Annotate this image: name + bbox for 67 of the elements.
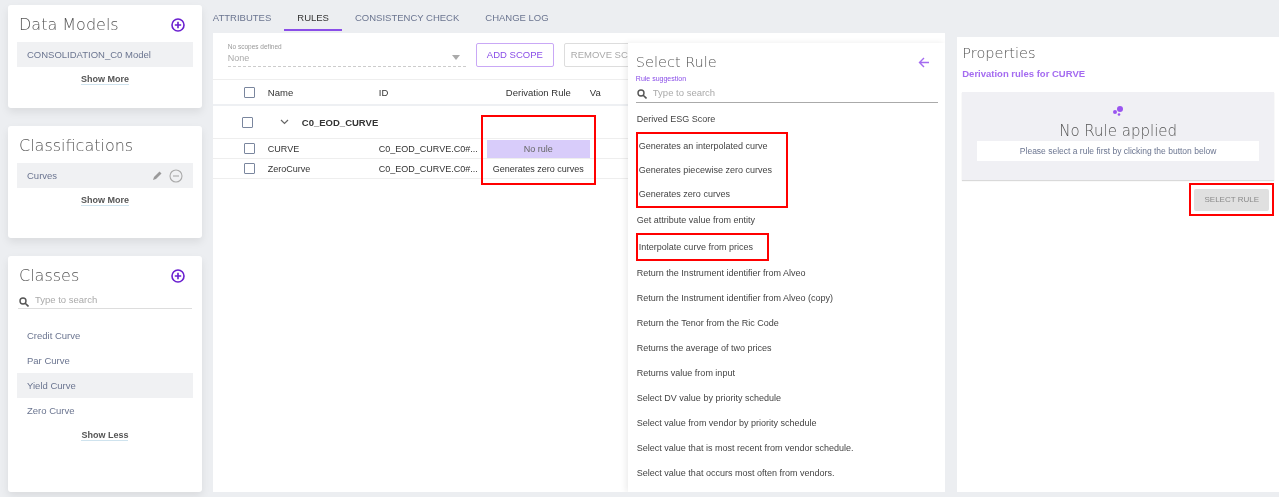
list-item[interactable]: Yield Curve (17, 373, 193, 398)
search-icon (636, 89, 647, 99)
caret-icon (451, 55, 460, 60)
list-item[interactable]: Credit Curve (17, 323, 193, 348)
table-cell[interactable]: No rule (486, 139, 590, 158)
list-item[interactable]: Returns value from input (635, 361, 938, 386)
add-button[interactable] (170, 17, 185, 32)
tab[interactable]: CHANGE LOG (472, 12, 562, 29)
list-item[interactable]: Curves (17, 163, 193, 188)
list-item[interactable]: Generates zero curves (637, 182, 772, 206)
column-header: Derivation Rule (504, 86, 572, 98)
tab[interactable]: ATTRIBUTES (212, 12, 285, 29)
back-arrow-icon[interactable] (917, 56, 930, 68)
group-name: C0_EOD_CURVE (301, 116, 379, 128)
dots-icon (1112, 105, 1125, 116)
checkbox[interactable] (243, 86, 255, 98)
add-icon (170, 268, 185, 283)
table-cell-text: C0_EOD_CURVE.C0#... (378, 163, 479, 174)
empty-state-message: Please select a rule first by clicking the button below (977, 141, 1260, 161)
list-item[interactable]: Zero Curve (17, 398, 193, 423)
item-label: Curves (27, 170, 58, 181)
table-cell[interactable]: Generates zero curves (486, 159, 590, 178)
toggle-link[interactable]: Show More (80, 195, 129, 206)
list-item[interactable]: Return the Tenor from the Ric Code (635, 311, 938, 336)
pencil-icon (150, 169, 163, 182)
list-item[interactable]: CONSOLIDATION_C0 Model (17, 42, 193, 67)
list-item[interactable]: Get attribute value from entity (635, 208, 938, 233)
toggle-link[interactable]: Show Less (81, 430, 129, 441)
list-item[interactable]: Select value that occurs most often from vendors. (635, 461, 938, 486)
table-cell-text: ZeroCurve (267, 163, 312, 174)
remove-icon (168, 168, 183, 183)
table-cell-text: CURVE (267, 143, 301, 154)
list-item[interactable]: Select value from vendor by priority schedule (635, 411, 938, 436)
tab[interactable]: RULES (284, 12, 342, 31)
checkbox[interactable] (243, 143, 255, 154)
panel-title: Select Rule (635, 54, 717, 70)
list-item[interactable]: Derived ESG Score (635, 107, 938, 132)
list-item[interactable]: Select value that is most recent from vendor schedule. (635, 436, 938, 461)
field-value: None (227, 52, 250, 63)
card-title: Classifications (19, 136, 134, 155)
list-item[interactable]: Par Curve (17, 348, 193, 373)
add-button[interactable] (170, 268, 185, 283)
checkbox[interactable] (243, 163, 255, 174)
column-header: Va (589, 86, 602, 98)
card-title: Data Models (19, 15, 119, 34)
list-item[interactable]: Generates an interpolated curve (637, 134, 772, 158)
column-header: Name (267, 86, 295, 98)
empty-state-title: No Rule applied (1059, 122, 1178, 140)
card-title: Classes (19, 266, 80, 285)
checkbox[interactable] (241, 116, 253, 128)
list-item[interactable]: Returns the average of two prices (635, 336, 938, 361)
list-item[interactable]: Interpolate curve from prices (637, 235, 753, 259)
list-item[interactable]: Return the Instrument identifier from Alveo (635, 261, 938, 286)
search-field[interactable]: Type to search (635, 84, 938, 103)
list-item[interactable]: Return the Instrument identifier from Alveo (copy) (635, 286, 938, 311)
tab[interactable]: CONSISTENCY CHECK (341, 12, 473, 29)
panel-title: Properties (962, 45, 1037, 61)
search-icon (19, 297, 29, 307)
column-header: ID (378, 86, 390, 98)
table-cell-text: C0_EOD_CURVE.C0#... (378, 143, 479, 154)
list-item[interactable]: Generates piecewise zero curves (637, 158, 772, 182)
chevron-icon[interactable] (279, 119, 289, 125)
add-icon (170, 17, 185, 32)
scope-button[interactable]: ADD SCOPE (475, 42, 554, 67)
toggle-link[interactable]: Show More (80, 74, 129, 85)
panel-subtitle: Derivation rules for CURVE (962, 68, 1087, 79)
list-item[interactable]: Select DV value by priority schedule (635, 386, 938, 411)
